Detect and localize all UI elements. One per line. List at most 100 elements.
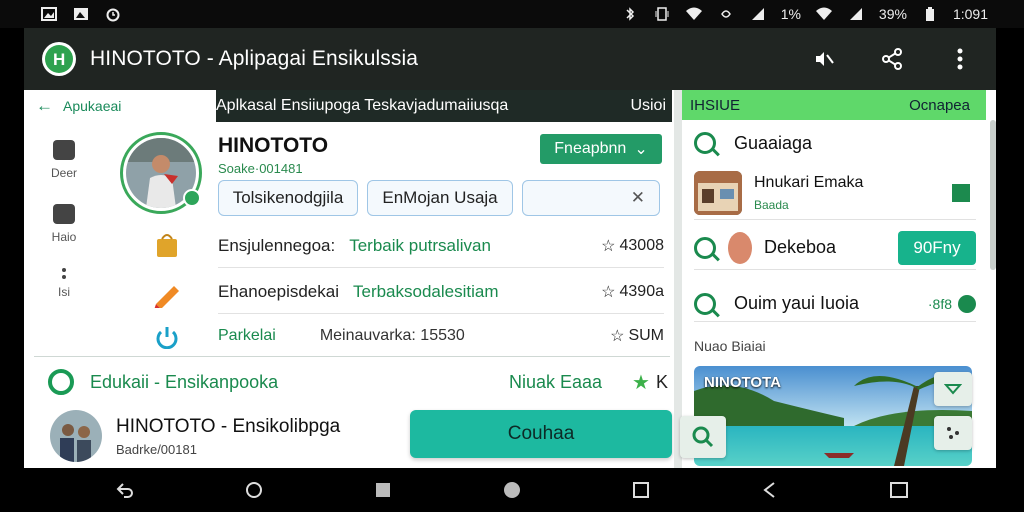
edu-right-extra: K (655, 371, 668, 392)
search-icon (692, 426, 714, 448)
app-title: HINOTOTO - Aplipagai Ensikulssia (90, 47, 419, 70)
rail-item-1[interactable]: Deer (34, 140, 94, 180)
app-logo-icon: H (42, 42, 76, 76)
gallery-notification-icon (40, 6, 58, 22)
share-icon[interactable] (878, 45, 906, 73)
content-area: ← Apukaeai Aplkasal Ensiiupoga Teskavjad… (24, 90, 996, 468)
status-percent-a: 1% (780, 6, 801, 22)
right-row-4[interactable]: Ouim yaui Iuoia ·8f8 (694, 286, 976, 322)
status-bar: 1% 39% 1:091 (0, 0, 1024, 28)
star-icon: ☆ (610, 328, 625, 345)
square-icon[interactable] (371, 478, 395, 502)
chip-2[interactable]: EnMojan Usaja (367, 180, 513, 216)
comment-icon[interactable] (952, 183, 970, 202)
education-row[interactable]: Edukaii - Ensikanpooka Niuak Eaaa ★ K (48, 362, 668, 402)
right-row-3[interactable]: Dekeboa 90Fny (694, 230, 976, 270)
share-nav-icon[interactable] (758, 478, 782, 502)
search-chip[interactable]: ✕ (522, 180, 660, 216)
refresh-icon (48, 369, 74, 395)
panel-divider (674, 90, 682, 468)
right-card-sub: Baada (754, 197, 789, 212)
row-1-label: Ensjulennegoa: (218, 235, 336, 255)
app-actions (810, 45, 974, 73)
category-select-label: Fneapbnn (554, 140, 627, 157)
row-1-score: ☆ 43008 (601, 236, 664, 256)
header-strip: Aplkasal Ensiiupoga Teskavjadumaiiusqa U… (216, 90, 672, 122)
row-3-mid: Meinauvarka: 15530 (319, 327, 465, 344)
wifi-icon (685, 6, 703, 22)
row-1-score-value: 43008 (619, 236, 665, 254)
status-right: 1% 39% 1:091 (621, 6, 988, 22)
cta-button[interactable]: Couhaa (410, 410, 672, 458)
right-section-title: Nuao Biaiai (694, 338, 766, 354)
expand-button[interactable] (934, 372, 972, 406)
profile-name: HINOTOTO (218, 134, 329, 157)
back-tab[interactable]: ← Apukaeai (36, 90, 216, 122)
overview-icon[interactable] (887, 478, 911, 502)
app-bar: H HINOTOTO - Aplipagai Ensikulssia (24, 28, 996, 90)
system-nav-bar (0, 468, 1024, 512)
rail-item-3[interactable]: Isi (34, 268, 94, 299)
play-icon[interactable] (958, 294, 976, 313)
image-label: NINOTOTA (704, 374, 781, 391)
category-select[interactable]: Fneapbnn ⌄ (540, 134, 662, 164)
list-row-2[interactable]: Ehanoepisdekai Terbaksodalesitiam ☆ 4390… (218, 270, 664, 314)
rail-item-2[interactable]: Haio (34, 204, 94, 244)
row-2-green: Terbaksodalesitiam (352, 281, 499, 301)
right-search-label: Guaaiaga (734, 132, 813, 153)
rail-label-2: Haio (51, 230, 77, 244)
more-icon[interactable] (946, 45, 974, 73)
search-float-button[interactable] (680, 416, 726, 458)
close-icon[interactable]: ✕ (631, 188, 645, 208)
nav-rail: Deer Haio Isi (34, 140, 94, 323)
right-row-4-value: ·8f8 (927, 295, 952, 312)
header-strip-right[interactable]: Usioi (630, 97, 666, 115)
right-row-3-label: Dekeboa (764, 237, 837, 257)
online-badge-icon (183, 189, 201, 207)
right-header-left[interactable]: IHSIUE (690, 97, 740, 114)
row-1-green: Terbaik putrsalivan (349, 235, 491, 255)
more-options-button[interactable] (934, 416, 972, 450)
row-3-score: ☆ SUM (610, 326, 664, 346)
pencil-icon (152, 280, 182, 310)
row-3-score-value: SUM (628, 327, 664, 344)
right-panel: IHSIUE Ocnapea Guaaiaga Hnukari Emaka Ba… (682, 90, 996, 468)
wifi-icon-2 (815, 6, 833, 22)
battery-icon (921, 6, 939, 22)
right-header-right[interactable]: Ocnapea (909, 97, 970, 114)
back-icon[interactable] (113, 478, 137, 502)
clock: 1:091 (952, 6, 988, 22)
home-circle-icon[interactable] (242, 478, 266, 502)
power-icon (152, 322, 182, 352)
mute-icon[interactable] (810, 45, 838, 73)
chip-1[interactable]: Tolsikenodgjila (218, 180, 358, 216)
home-icon[interactable] (500, 478, 524, 502)
chevron-down-icon (944, 384, 962, 395)
right-search-row[interactable]: Guaaiaga (694, 126, 976, 160)
edu-label: Edukaii - Ensikanpooka (90, 371, 279, 392)
shopping-bag-icon (152, 230, 182, 260)
vibrate-small-icon (717, 6, 735, 22)
folder-icon (53, 140, 75, 160)
landscape-image[interactable]: NINOTOTA (694, 366, 972, 466)
edu-right-text: Niuak Eaaa (508, 371, 603, 392)
alarm-notification-icon (104, 6, 122, 22)
right-green-button[interactable]: 90Fny (898, 230, 976, 265)
signal-icon-2 (847, 6, 865, 22)
star-icon: ☆ (601, 237, 616, 255)
chevron-down-icon: ⌄ (634, 141, 648, 158)
svg-text:H: H (53, 50, 65, 69)
bottom-card-text: HINOTOTO - Ensikolibpga Badrke/00181 (116, 416, 340, 457)
row-2-score: ☆ 4390a (601, 282, 664, 302)
right-card[interactable]: Hnukari Emaka Baada (694, 166, 976, 220)
divider (34, 356, 670, 357)
profile-avatar[interactable] (120, 132, 202, 214)
row-2-score-value: 4390a (619, 282, 665, 300)
edu-right-group: ★ K (632, 370, 668, 395)
recents-icon[interactable] (629, 478, 653, 502)
list-row-3[interactable]: Parkelai Meinauvarka: 15530 ☆ SUM (218, 314, 664, 358)
photo-notification-icon (72, 6, 90, 22)
scrollbar[interactable] (990, 120, 996, 270)
list-row-1[interactable]: Ensjulennegoa: Terbaik putrsalivan ☆ 430… (218, 224, 664, 268)
row-3-label: Parkelai (218, 327, 276, 344)
